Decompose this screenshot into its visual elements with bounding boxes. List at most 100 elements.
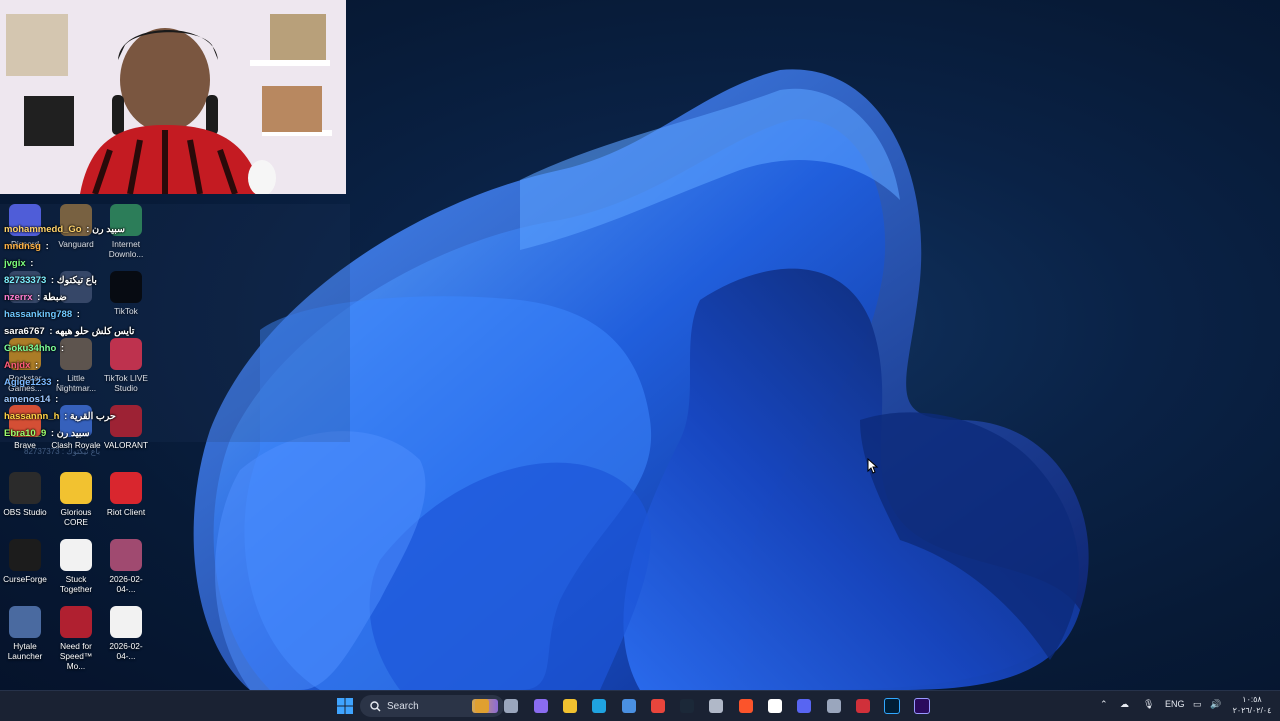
- riot-icon: [110, 472, 142, 504]
- chat-username: Agige1233: [4, 377, 52, 388]
- chat-username: Goku34hho: [4, 343, 57, 354]
- chat-message: Anjdx :: [4, 360, 38, 372]
- chat-separator: :: [46, 326, 56, 337]
- chat-text: ضبطة: [42, 292, 67, 303]
- chat-username: jvgix: [4, 258, 26, 269]
- desktop-icon[interactable]: CurseForge: [0, 539, 50, 584]
- chat-message: 82733373 : باع تيكتوك: [4, 275, 97, 287]
- copilot-icon[interactable]: [531, 696, 551, 716]
- desktop-icon[interactable]: 2026-02-04-...: [101, 539, 151, 594]
- chat-separator: :: [34, 292, 43, 303]
- chatgpt-icon-glyph: [826, 699, 841, 713]
- nfs-icon: [60, 606, 92, 638]
- chat-text: باع تيكتوك: [56, 275, 97, 286]
- chat-username: mohammedd_Go: [4, 224, 82, 235]
- chatgpt-icon[interactable]: [824, 696, 844, 716]
- taskbar: Search ⌃ ☁ 🎙 ENG ▭ 🔊 ١٠:٥٨ ٢٠٢٦/٠٢/٠٤: [0, 690, 1280, 721]
- chat-separator: :: [53, 377, 60, 388]
- desktop-icon-label: Stuck Together: [59, 574, 93, 594]
- chat-text: تايس كلش حلو هيهه: [55, 326, 135, 337]
- webcam-overlay: [0, 0, 346, 194]
- store-icon[interactable]: [619, 696, 639, 716]
- chat-message: hassanking788 :: [4, 309, 80, 321]
- chat-message: Ebra10_9 : سبيد رن: [4, 428, 90, 440]
- settings-icon-glyph: [709, 699, 724, 713]
- desktop-icon[interactable]: Glorious CORE: [51, 472, 101, 527]
- premiere-icon[interactable]: [912, 696, 932, 716]
- windows-start-icon: [337, 698, 353, 714]
- desktop-icon-label: 2026-02-04-...: [109, 641, 143, 661]
- desktop-icon[interactable]: Riot Client: [101, 472, 151, 517]
- chrome-icon-glyph: [650, 699, 665, 713]
- widgets-icon[interactable]: [472, 696, 492, 716]
- chat-message: sara6767 : تايس كلش حلو هيهه: [4, 326, 134, 338]
- chat-separator: :: [48, 275, 57, 286]
- edge-icon[interactable]: [589, 696, 609, 716]
- clock[interactable]: ١٠:٥٨ ٢٠٢٦/٠٢/٠٤: [1228, 694, 1276, 716]
- chat-message: mohammedd_Go : سبيد رن: [4, 224, 125, 236]
- language-indicator[interactable]: ENG: [1165, 699, 1185, 709]
- file-explorer-icon[interactable]: [560, 696, 580, 716]
- chat-message: Goku34hho :: [4, 343, 64, 355]
- hytale-icon: [9, 606, 41, 638]
- chat-username: 82733373: [4, 275, 47, 286]
- desktop-icon[interactable]: Need for Speed™ Mo...: [51, 606, 101, 671]
- store-icon-glyph: [621, 699, 636, 713]
- desktop-icon-label: 2026-02-04-...: [109, 574, 143, 594]
- chat-message: hassannn_h : حرب القرية: [4, 411, 116, 423]
- desktop-icon-label: OBS Studio: [3, 507, 47, 517]
- chat-username: hassannn_h: [4, 411, 60, 422]
- copilot-icon-glyph: [533, 699, 548, 713]
- curseforge-icon: [9, 539, 41, 571]
- tray-volume-icon[interactable]: 🔊: [1210, 699, 1221, 710]
- search-icon: [370, 700, 381, 711]
- chat-text: سبيد رن: [92, 224, 125, 235]
- brave-icon[interactable]: [736, 696, 756, 716]
- desktop-icon-label: Glorious CORE: [60, 507, 92, 527]
- glorious-icon: [60, 472, 92, 504]
- task-view-icon[interactable]: [501, 696, 521, 716]
- desktop: Discord Vanguard Internet Downlo... TikTok R…: [0, 0, 1280, 720]
- desktop-icon[interactable]: 2026-02-04-...: [101, 606, 151, 661]
- settings-icon[interactable]: [706, 696, 726, 716]
- tray-microphone-icon[interactable]: 🎙: [1143, 699, 1154, 710]
- steam-icon[interactable]: [677, 696, 697, 716]
- chat-footer: 82737373 : باع تيكتوك: [24, 447, 101, 456]
- discord-icon[interactable]: [794, 696, 814, 716]
- chat-separator: :: [27, 258, 34, 269]
- app-icon[interactable]: [853, 696, 873, 716]
- start-button[interactable]: [335, 696, 355, 716]
- tray-overflow-chevron-icon[interactable]: ⌃: [1100, 699, 1108, 710]
- chat-username: Ebra10_9: [4, 428, 47, 439]
- chat-text: سبيد رن: [56, 428, 90, 439]
- app-icon-glyph: [855, 699, 870, 713]
- chat-username: Anjdx: [4, 360, 31, 371]
- photoshop-icon[interactable]: [882, 696, 902, 716]
- stream-chat-overlay: mohammedd_Go : سبيد رن mndnsg : jvgix : 8…: [0, 204, 350, 442]
- chat-message: nzerrx : ضبطة: [4, 292, 67, 304]
- tray-cloud-icon[interactable]: ☁: [1120, 699, 1129, 710]
- edge-icon-glyph: [592, 699, 607, 713]
- chat-username: sara6767: [4, 326, 45, 337]
- chat-separator: :: [42, 241, 49, 252]
- capcut-icon[interactable]: [765, 696, 785, 716]
- chat-username: amenos14: [4, 394, 51, 405]
- chat-message: mndnsg :: [4, 241, 49, 253]
- tray-display-icon[interactable]: ▭: [1193, 699, 1202, 710]
- chat-text: حرب القرية: [69, 411, 116, 422]
- discord-icon-glyph: [797, 699, 812, 713]
- desktop-icon[interactable]: Stuck Together: [51, 539, 101, 594]
- file-explorer-icon-glyph: [562, 699, 577, 713]
- widgets-icon-glyph: [475, 699, 489, 713]
- desktop-icon[interactable]: OBS Studio: [0, 472, 50, 517]
- chat-message: jvgix :: [4, 258, 33, 270]
- task-view-icon-glyph: [504, 699, 519, 713]
- chat-username: nzerrx: [4, 292, 33, 303]
- desktop-icon-label: CurseForge: [3, 574, 47, 584]
- desktop-icon[interactable]: Hytale Launcher: [0, 606, 50, 661]
- chat-separator: :: [52, 394, 59, 405]
- chat-message: amenos14 :: [4, 394, 58, 406]
- chrome-icon[interactable]: [648, 696, 668, 716]
- chat-separator: :: [48, 428, 57, 439]
- desktop-icon-label: Riot Client: [106, 507, 146, 517]
